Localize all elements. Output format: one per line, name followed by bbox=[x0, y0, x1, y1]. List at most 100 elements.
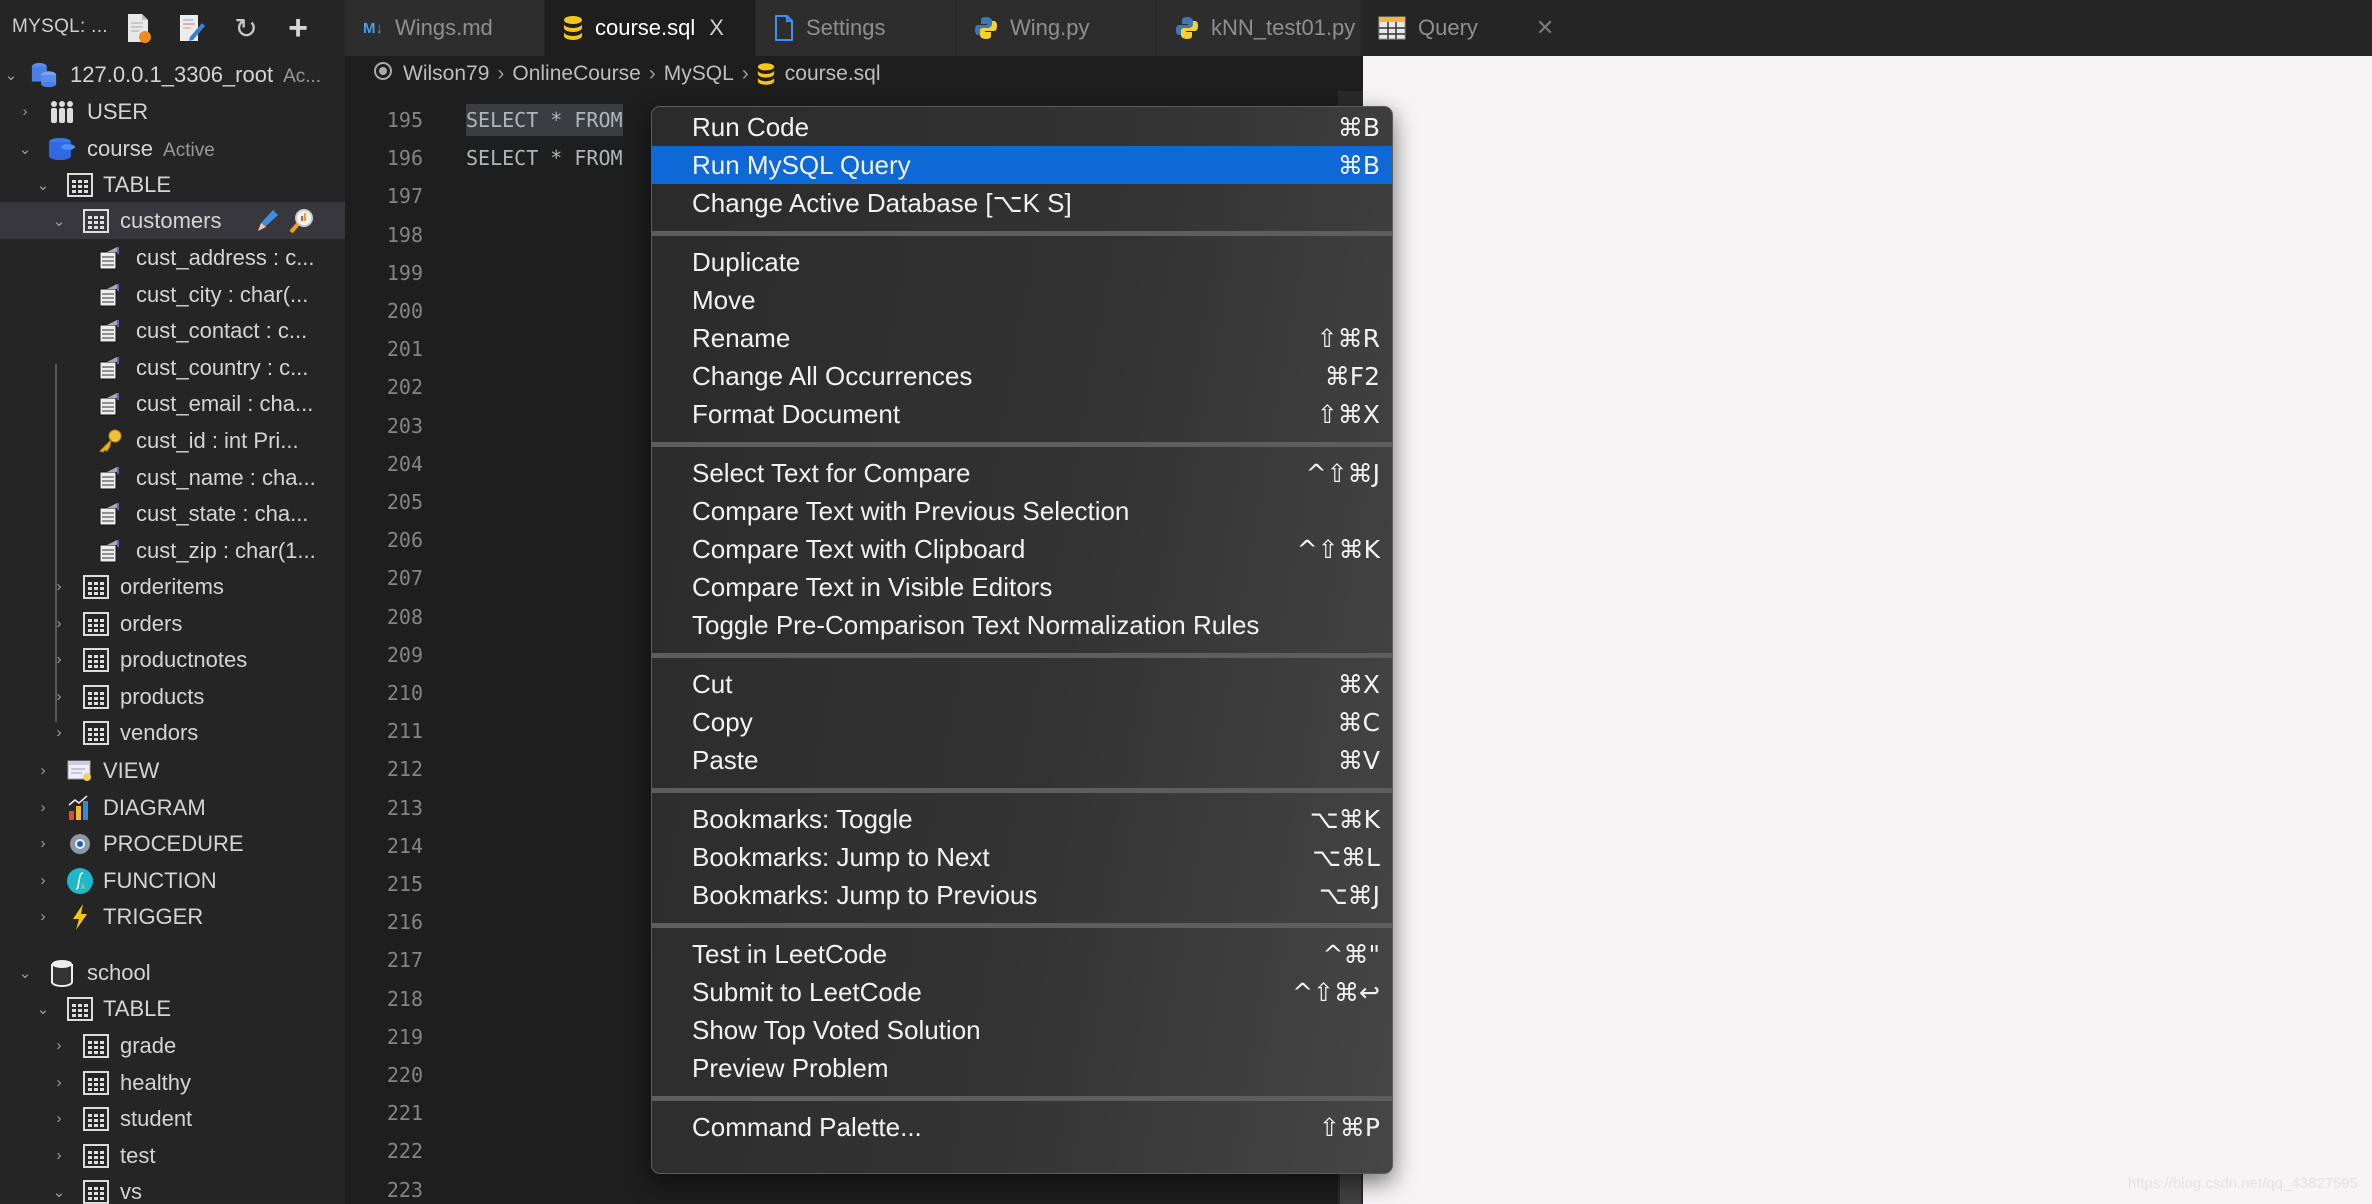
menu-item-select-text-for-compare[interactable]: Select Text for Compare ^⇧⌘J bbox=[652, 454, 1392, 492]
close-icon[interactable]: X bbox=[709, 15, 724, 41]
tree-label: vendors bbox=[120, 719, 199, 745]
code-line[interactable]: SELECT * FROM bbox=[466, 104, 623, 136]
menu-item-label: Change All Occurrences bbox=[692, 360, 973, 391]
tree-table-vs[interactable]: ⌄ vs bbox=[0, 1173, 345, 1204]
tree-table-productnotes[interactable]: › productnotes bbox=[0, 641, 345, 678]
menu-item-compare-text-in-visible-editors[interactable]: Compare Text in Visible Editors bbox=[652, 568, 1392, 606]
tree-db-course[interactable]: ⌄ course Active bbox=[0, 130, 345, 167]
tree-table-grade[interactable]: › grade bbox=[0, 1027, 345, 1064]
edit-button[interactable] bbox=[176, 12, 208, 44]
tree-table-products[interactable]: › products bbox=[0, 678, 345, 715]
menu-item-test-in-leetcode[interactable]: Test in LeetCode ^⌘" bbox=[652, 935, 1392, 973]
menu-item-compare-text-with-clipboard[interactable]: Compare Text with Clipboard ^⇧⌘K bbox=[652, 530, 1392, 568]
tree-label: FUNCTION bbox=[103, 867, 217, 893]
magnifier-icon[interactable] bbox=[288, 207, 316, 235]
tab-settings[interactable]: Settings bbox=[756, 0, 956, 56]
tree-group-function[interactable]: › x FUNCTION bbox=[0, 862, 345, 899]
tree-table-healthy[interactable]: › healthy bbox=[0, 1064, 345, 1101]
menu-item-submit-to-leetcode[interactable]: Submit to LeetCode ^⇧⌘↩ bbox=[652, 973, 1392, 1011]
menu-item-preview-problem[interactable]: Preview Problem bbox=[652, 1049, 1392, 1087]
chevron-down-icon: ⌄ bbox=[52, 212, 66, 230]
tree-label: cust_email : cha... bbox=[136, 390, 314, 416]
add-connection-button[interactable]: + bbox=[282, 9, 314, 47]
line-number: 196 bbox=[386, 146, 423, 170]
tree-group-trigger[interactable]: › TRIGGER bbox=[0, 898, 345, 935]
breadcrumb-item[interactable]: Wilson79 bbox=[403, 62, 489, 86]
tab-query[interactable]: Query ✕ bbox=[1362, 0, 1558, 56]
tree-column[interactable]: cust_city : char(... bbox=[0, 276, 345, 313]
tab-wing-py[interactable]: Wing.py bbox=[956, 0, 1157, 56]
menu-item-bookmarks-toggle[interactable]: Bookmarks: Toggle ⌥⌘K bbox=[652, 800, 1392, 838]
menu-item-paste[interactable]: Paste ⌘V bbox=[652, 741, 1392, 779]
tree-table-customers[interactable]: ⌄ customers bbox=[0, 202, 345, 239]
connection-name: 127.0.0.1_3306_root bbox=[70, 61, 274, 87]
tree-group-procedure[interactable]: › PROCEDURE bbox=[0, 825, 345, 862]
tree-table-vendors[interactable]: › vendors bbox=[0, 714, 345, 751]
menu-item-command-palette[interactable]: Command Palette... ⇧⌘P bbox=[652, 1108, 1392, 1146]
menu-item-bookmarks-jump-to-next[interactable]: Bookmarks: Jump to Next ⌥⌘L bbox=[652, 838, 1392, 876]
menu-item-shortcut: ⇧⌘X bbox=[1316, 399, 1380, 429]
chevron-right-icon: › bbox=[56, 1147, 62, 1164]
new-query-button[interactable] bbox=[122, 12, 154, 44]
menu-item-compare-text-with-previous-selection[interactable]: Compare Text with Previous Selection bbox=[652, 492, 1392, 530]
breadcrumb-item[interactable]: OnlineCourse bbox=[512, 62, 640, 86]
tree-column[interactable]: cust_country : c... bbox=[0, 349, 345, 386]
menu-item-label: Rename bbox=[692, 322, 791, 353]
table-icon bbox=[1378, 16, 1406, 40]
tree-user[interactable]: › USER bbox=[0, 93, 345, 130]
tree-column[interactable]: cust_zip : char(1... bbox=[0, 532, 345, 569]
menu-item-label: Select Text for Compare bbox=[692, 457, 971, 488]
close-icon[interactable]: ✕ bbox=[1536, 15, 1554, 41]
menu-item-run-mysql-query[interactable]: Run MySQL Query ⌘B bbox=[652, 146, 1392, 184]
tree-table-test[interactable]: › test bbox=[0, 1137, 345, 1174]
tree-table-group[interactable]: ⌄ TABLE bbox=[0, 166, 345, 203]
database-icon bbox=[48, 135, 76, 163]
breadcrumb-item[interactable]: course.sql bbox=[785, 62, 881, 86]
menu-item-change-active-database-k-s[interactable]: Change Active Database [⌥K S] bbox=[652, 184, 1392, 222]
menu-item-show-top-voted-solution[interactable]: Show Top Voted Solution bbox=[652, 1011, 1392, 1049]
breadcrumb-item[interactable]: MySQL bbox=[664, 62, 734, 86]
server-icon bbox=[30, 61, 58, 89]
menu-item-cut[interactable]: Cut ⌘X bbox=[652, 665, 1392, 703]
tree-table-student[interactable]: › student bbox=[0, 1100, 345, 1137]
refresh-button[interactable]: ↻ bbox=[230, 12, 262, 44]
tree-column[interactable]: cust_contact : c... bbox=[0, 312, 345, 349]
line-number: 215 bbox=[386, 872, 423, 896]
menu-item-run-code[interactable]: Run Code ⌘B bbox=[652, 108, 1392, 146]
tree-table-orderitems[interactable]: › orderitems bbox=[0, 568, 345, 605]
tree-school-table-group[interactable]: ⌄ TABLE bbox=[0, 990, 345, 1027]
menu-item-toggle-pre-comparison-text-normalization-rules[interactable]: Toggle Pre-Comparison Text Normalization… bbox=[652, 606, 1392, 644]
menu-item-bookmarks-jump-to-previous[interactable]: Bookmarks: Jump to Previous ⌥⌘J bbox=[652, 876, 1392, 914]
chevron-down-icon: ⌄ bbox=[36, 1000, 50, 1018]
line-number: 206 bbox=[386, 528, 423, 552]
menu-item-format-document[interactable]: Format Document ⇧⌘X bbox=[652, 395, 1392, 433]
tab-wings-md[interactable]: M↓ Wings.md bbox=[345, 0, 545, 56]
menu-item-change-all-occurrences[interactable]: Change All Occurrences ⌘F2 bbox=[652, 357, 1392, 395]
tree-connection[interactable]: ⌄ 127.0.0.1_3306_root Ac... bbox=[0, 56, 345, 93]
menu-item-shortcut: ⌥⌘L bbox=[1312, 842, 1380, 872]
code-line[interactable]: SELECT * FROM bbox=[466, 142, 623, 174]
pencil-icon[interactable] bbox=[254, 207, 282, 235]
menu-item-copy[interactable]: Copy ⌘C bbox=[652, 703, 1392, 741]
tree-column[interactable]: cust_email : cha... bbox=[0, 385, 345, 422]
tree-column[interactable]: cust_address : c... bbox=[0, 239, 345, 276]
menu-item-duplicate[interactable]: Duplicate bbox=[652, 243, 1392, 281]
tree-group-view[interactable]: › VIEW bbox=[0, 752, 345, 789]
connection-status: Ac... bbox=[283, 65, 322, 87]
menu-item-shortcut: ⌘C bbox=[1337, 707, 1380, 737]
tree-group-diagram[interactable]: › DIAGRAM bbox=[0, 789, 345, 826]
line-number: 198 bbox=[386, 223, 423, 247]
refresh-icon: ↻ bbox=[234, 12, 258, 44]
scrollbar-thumb[interactable] bbox=[1340, 1170, 1361, 1204]
tree-column[interactable]: cust_name : cha... bbox=[0, 459, 345, 496]
tree-table-orders[interactable]: › orders bbox=[0, 605, 345, 642]
chevron-right-icon: › bbox=[56, 651, 62, 668]
tree-column[interactable]: cust_state : cha... bbox=[0, 495, 345, 532]
menu-item-label: Paste bbox=[692, 744, 759, 775]
menu-item-move[interactable]: Move bbox=[652, 281, 1392, 319]
tree-column[interactable]: cust_id : int Pri... bbox=[0, 422, 345, 459]
menu-item-rename[interactable]: Rename ⇧⌘R bbox=[652, 319, 1392, 357]
tab-knn-test01-py[interactable]: kNN_test01.py bbox=[1157, 0, 1362, 56]
tree-db-school[interactable]: ⌄ school bbox=[0, 954, 345, 991]
tab-course-sql[interactable]: course.sql X bbox=[545, 0, 756, 56]
